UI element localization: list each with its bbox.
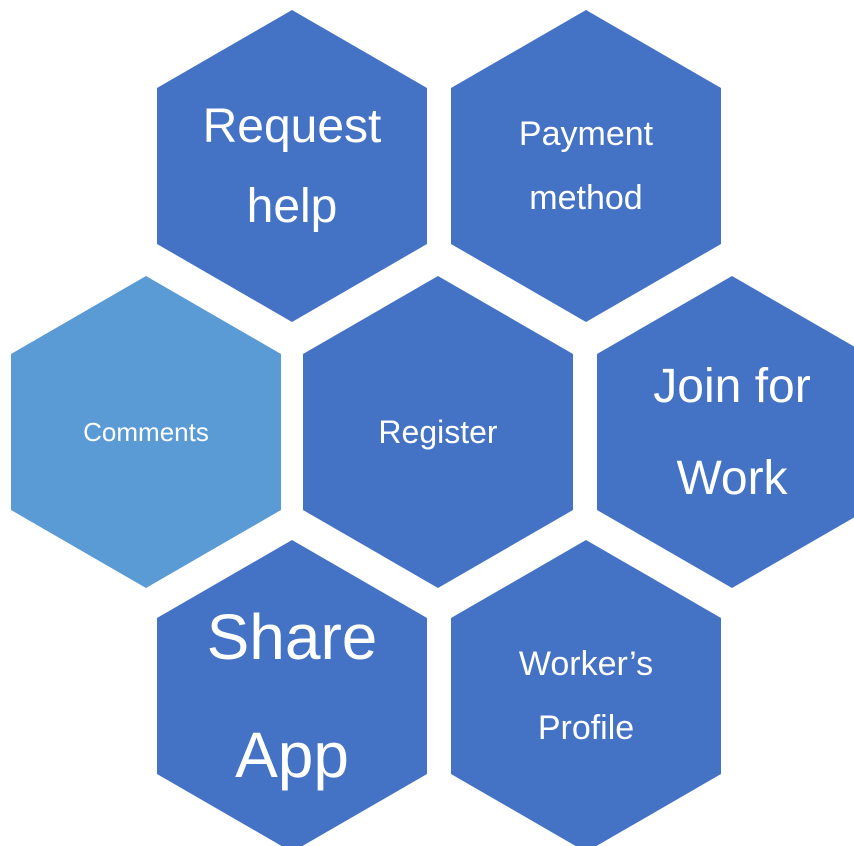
- hexagon-label-line: Work: [676, 452, 788, 505]
- hexagon-join-for-work[interactable]: Join for Work: [597, 276, 854, 588]
- hexagon-shape: [451, 540, 721, 846]
- hexagon-label-line: Share: [207, 601, 378, 673]
- hexagon-label-line: help: [247, 180, 338, 233]
- hexagon-layer: Request help Payment method Comments Register…: [11, 10, 854, 846]
- hexagon-payment-method[interactable]: Payment method: [451, 10, 721, 322]
- hexagon-shape: [597, 276, 854, 588]
- hexagon-label-line: App: [235, 719, 349, 791]
- hexagon-share-app[interactable]: Share App: [157, 540, 427, 846]
- hexagon-label-comments: Comments: [83, 417, 209, 447]
- hexagon-workers-profile[interactable]: Worker’s Profile: [451, 540, 721, 846]
- hexagon-label-line: method: [529, 179, 642, 217]
- hexagon-shape: [451, 10, 721, 322]
- hexagon-register[interactable]: Register: [303, 276, 573, 588]
- hexagon-label-line: Payment: [519, 115, 654, 153]
- hexagon-shape: [157, 10, 427, 322]
- hexagon-label-line: Join for: [653, 360, 810, 413]
- hexagon-label-line: Register: [378, 414, 498, 450]
- hexagon-label-line: Profile: [538, 709, 634, 747]
- hexagon-label-register: Register: [378, 414, 498, 450]
- hexagon-shape: [157, 540, 427, 846]
- hexagon-comments[interactable]: Comments: [11, 276, 281, 588]
- hexagon-label-line: Comments: [83, 417, 209, 447]
- hexagon-cluster-diagram: Request help Payment method Comments Register…: [11, 10, 854, 846]
- hexagon-label-line: Request: [203, 100, 382, 153]
- hexagon-request-help[interactable]: Request help: [157, 10, 427, 322]
- hexagon-label-line: Worker’s: [519, 645, 653, 683]
